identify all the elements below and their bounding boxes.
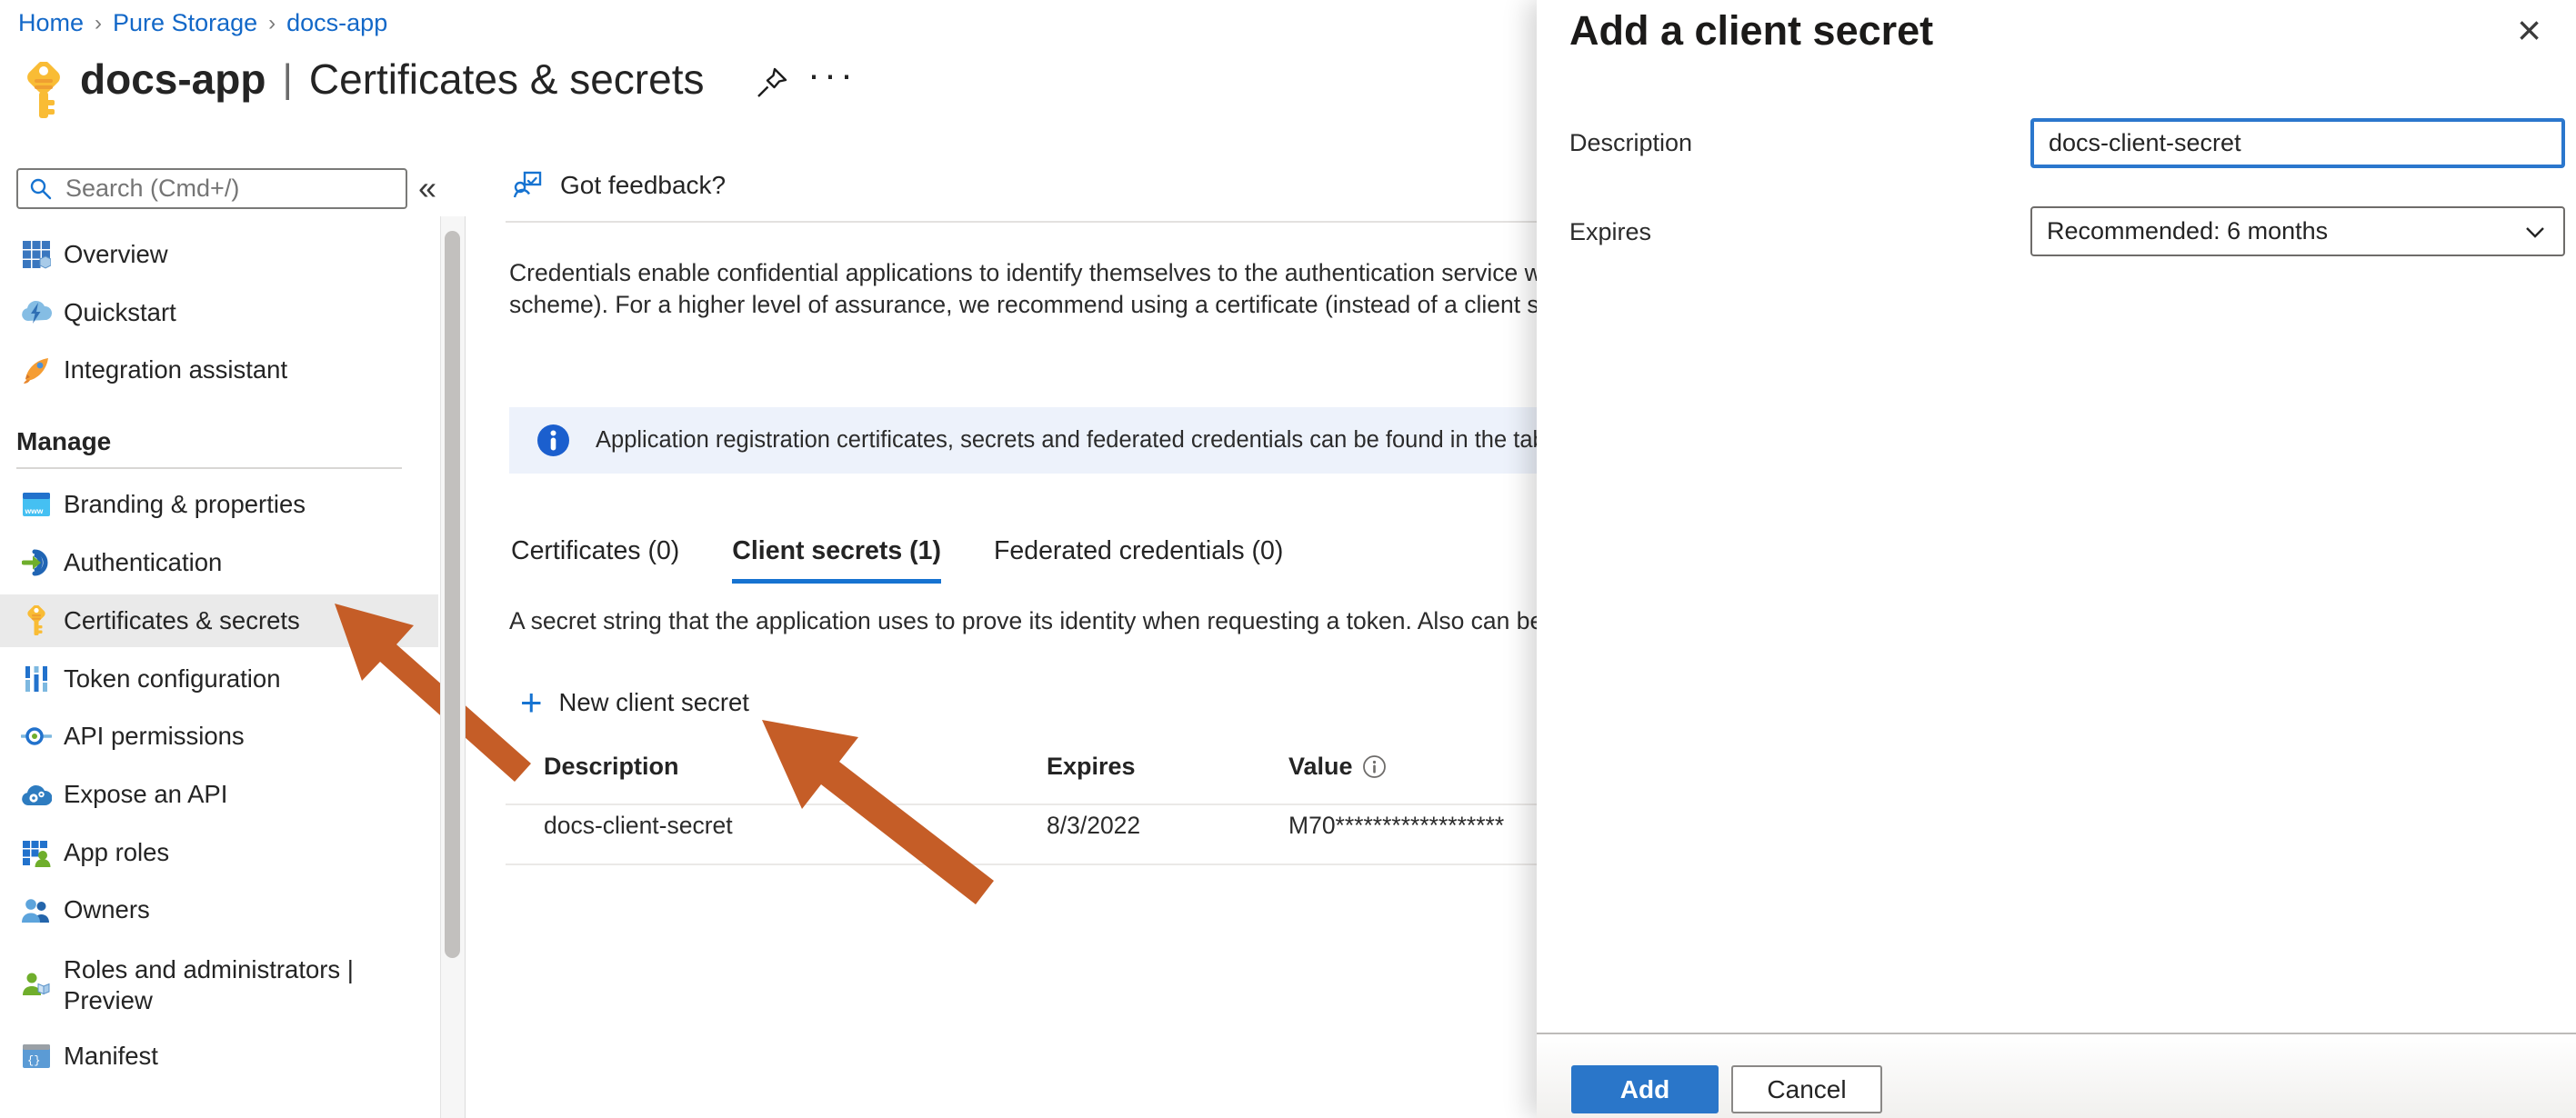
- sidebar-manage-header: Manage: [16, 427, 111, 456]
- svg-text:{}: {}: [27, 1054, 40, 1067]
- sidebar-item-label: Overview: [64, 240, 168, 269]
- cell-value: M70******************: [1288, 812, 1504, 840]
- sidebar-item-label: App roles: [64, 838, 169, 867]
- panel-footer: Add Cancel: [1537, 1033, 2576, 1118]
- sidebar-item-label: Token configuration: [64, 664, 281, 694]
- expires-selected-value: Recommended: 6 months: [2047, 217, 2523, 245]
- close-icon[interactable]: ×: [2517, 5, 2541, 55]
- token-configuration-icon: [20, 664, 53, 694]
- expires-label: Expires: [1569, 218, 1651, 246]
- api-permissions-icon: [20, 723, 53, 750]
- key-icon: [20, 62, 67, 125]
- sidebar-search: [16, 168, 407, 209]
- client-secret-description-text: A secret string that the application use…: [509, 607, 1537, 635]
- tab-federated-credentials[interactable]: Federated credentials (0): [994, 536, 1283, 584]
- sidebar-item-api-permissions[interactable]: API permissions: [0, 710, 438, 763]
- panel-title: Add a client secret: [1569, 7, 1933, 55]
- app-roles-icon: [20, 838, 53, 867]
- sidebar-item-manifest[interactable]: {} Manifest: [0, 1030, 438, 1083]
- column-header-description: Description: [544, 753, 679, 781]
- info-banner: Application registration certificates, s…: [509, 407, 1537, 474]
- sidebar-item-token-configuration[interactable]: Token configuration: [0, 653, 438, 705]
- table-divider: [506, 863, 1537, 865]
- credentials-intro-text: Credentials enable confidential applicat…: [509, 257, 1537, 321]
- breadcrumb-pure-storage[interactable]: Pure Storage: [113, 9, 257, 37]
- sidebar-scrollbar-thumb[interactable]: [445, 231, 460, 958]
- key-icon: [20, 605, 53, 636]
- tab-list: Certificates (0) Client secrets (1) Fede…: [511, 536, 1283, 584]
- expose-api-icon: [20, 782, 53, 807]
- got-feedback-button[interactable]: Got feedback?: [513, 169, 726, 202]
- new-client-secret-button[interactable]: + New client secret: [520, 684, 749, 722]
- value-info-icon[interactable]: [1362, 754, 1387, 779]
- breadcrumb-docs-app[interactable]: docs-app: [286, 9, 387, 37]
- branding-icon: www: [20, 492, 53, 517]
- sidebar-item-label: Integration assistant: [64, 355, 287, 384]
- sidebar-item-authentication[interactable]: Authentication: [0, 536, 438, 589]
- sidebar-item-label: Quickstart: [64, 298, 176, 327]
- sidebar-item-label: Owners: [64, 895, 150, 924]
- table-divider: [506, 804, 1537, 805]
- sidebar-item-certificates-secrets[interactable]: Certificates & secrets: [0, 594, 438, 647]
- sidebar-item-label: Manifest: [64, 1042, 158, 1071]
- sidebar-item-label: Expose an API: [64, 780, 227, 809]
- new-client-secret-label: New client secret: [559, 688, 749, 717]
- breadcrumb-separator: ›: [268, 11, 276, 36]
- quickstart-icon: [20, 299, 53, 326]
- sidebar-item-label: Authentication: [64, 548, 222, 577]
- sidebar-item-label: Roles and administrators | Preview: [64, 954, 402, 1016]
- chevron-down-icon: [2523, 220, 2547, 244]
- column-header-value: Value: [1288, 753, 1387, 781]
- sidebar-item-label: Certificates & secrets: [64, 606, 300, 635]
- sidebar-item-label: API permissions: [64, 722, 245, 751]
- description-label: Description: [1569, 129, 1692, 157]
- cell-description: docs-client-secret: [544, 812, 733, 840]
- sidebar-item-quickstart[interactable]: Quickstart: [0, 286, 438, 339]
- breadcrumb-separator: ›: [95, 11, 102, 36]
- add-button[interactable]: Add: [1571, 1065, 1719, 1113]
- add-client-secret-panel: Add a client secret × Description Expire…: [1537, 0, 2576, 1118]
- overview-icon: [20, 240, 53, 269]
- collapse-sidebar-button[interactable]: «: [418, 169, 436, 207]
- info-icon: [536, 424, 570, 457]
- breadcrumb-home[interactable]: Home: [18, 9, 84, 37]
- sidebar-item-expose-an-api[interactable]: Expose an API: [0, 768, 438, 821]
- table-header-row: Description Expires Value: [506, 753, 1537, 793]
- sidebar-item-app-roles[interactable]: App roles: [0, 826, 438, 879]
- search-icon: [29, 177, 53, 201]
- cancel-button[interactable]: Cancel: [1731, 1065, 1882, 1113]
- sidebar-divider: [16, 467, 402, 469]
- tab-certificates[interactable]: Certificates (0): [511, 536, 679, 584]
- sidebar-item-branding-properties[interactable]: www Branding & properties: [0, 478, 438, 531]
- sidebar-item-roles-and-administrators[interactable]: Roles and administrators | Preview: [0, 942, 438, 1029]
- manifest-icon: {}: [20, 1043, 53, 1069]
- cell-expires: 8/3/2022: [1047, 812, 1140, 840]
- table-row: docs-client-secret 8/3/2022 M70*********…: [506, 812, 1537, 852]
- svg-text:www: www: [25, 506, 44, 515]
- info-banner-text: Application registration certificates, s…: [596, 427, 1537, 454]
- page-title-app-name: docs-app: [80, 55, 266, 104]
- roles-admins-icon: [20, 971, 53, 1000]
- sidebar-item-overview[interactable]: Overview: [0, 228, 438, 281]
- plus-icon: +: [520, 684, 543, 722]
- sidebar-scrollbar-track: [440, 216, 466, 1118]
- sidebar-item-owners[interactable]: Owners: [0, 883, 438, 936]
- breadcrumb: Home › Pure Storage › docs-app: [18, 9, 387, 37]
- authentication-icon: [20, 548, 53, 577]
- sidebar-item-label: Branding & properties: [64, 490, 306, 519]
- got-feedback-label: Got feedback?: [560, 171, 726, 200]
- feedback-icon: [513, 169, 546, 202]
- toolbar-divider: [506, 221, 1537, 223]
- azure-portal-page: Home › Pure Storage › docs-app docs-app …: [0, 0, 2576, 1118]
- page-title-separator: |: [280, 56, 294, 102]
- expires-select[interactable]: Recommended: 6 months: [2030, 206, 2565, 256]
- sidebar-item-integration-assistant[interactable]: Integration assistant: [0, 344, 438, 396]
- owners-icon: [20, 896, 53, 923]
- description-input[interactable]: [2030, 118, 2565, 168]
- integration-assistant-icon: [20, 355, 53, 384]
- main-content: Got feedback? Credentials enable confide…: [506, 0, 1537, 1118]
- column-header-expires: Expires: [1047, 753, 1136, 781]
- tab-client-secrets[interactable]: Client secrets (1): [732, 536, 941, 584]
- search-input[interactable]: [64, 174, 376, 204]
